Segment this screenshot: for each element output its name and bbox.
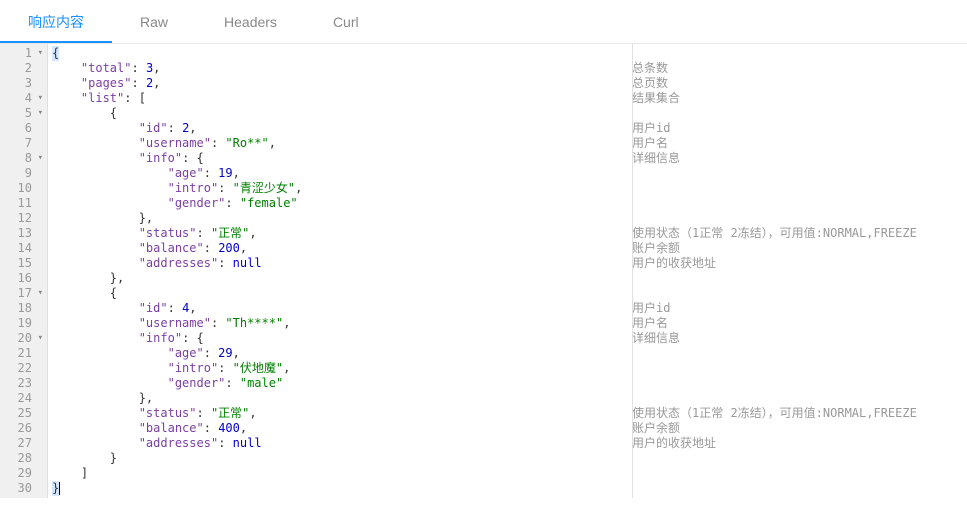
line-number: 17▾ [0, 286, 47, 301]
line-number: 18 [0, 301, 47, 316]
line-number: 19 [0, 316, 47, 331]
code-line[interactable]: }, [52, 211, 967, 226]
line-number: 16 [0, 271, 47, 286]
line-number: 13 [0, 226, 47, 241]
response-tabs: 响应内容 Raw Headers Curl [0, 0, 967, 44]
line-number: 14 [0, 241, 47, 256]
code-line[interactable]: "intro": "青涩少女", [52, 181, 967, 196]
code-line[interactable]: "id": 2,用户id [52, 121, 967, 136]
code-line[interactable]: { [52, 106, 967, 121]
fold-icon[interactable]: ▾ [35, 91, 43, 106]
line-gutter: 1▾234▾5▾678▾91011121314151617▾181920▾212… [0, 44, 48, 498]
line-number: 9 [0, 166, 47, 181]
line-comment: 详细信息 [632, 331, 680, 346]
tab-response-body[interactable]: 响应内容 [0, 0, 112, 43]
code-line[interactable]: "addresses": null用户的收获地址 [52, 256, 967, 271]
line-number: 10 [0, 181, 47, 196]
line-number: 25 [0, 406, 47, 421]
code-line[interactable]: ] [52, 466, 967, 481]
line-comment: 用户名 [632, 316, 668, 331]
line-number: 15 [0, 256, 47, 271]
code-line[interactable]: "age": 19, [52, 166, 967, 181]
line-number: 24 [0, 391, 47, 406]
code-line[interactable]: "gender": "female" [52, 196, 967, 211]
line-comment: 用户名 [632, 136, 668, 151]
code-line[interactable]: "addresses": null用户的收获地址 [52, 436, 967, 451]
line-comment: 使用状态（1正常 2冻结），可用值:NORMAL,FREEZE [632, 226, 917, 241]
code-line[interactable]: "balance": 400,账户余额 [52, 421, 967, 436]
code-line[interactable]: }, [52, 271, 967, 286]
tab-headers[interactable]: Headers [196, 0, 305, 43]
line-number: 2 [0, 61, 47, 76]
line-comment: 用户的收获地址 [632, 436, 716, 451]
code-line[interactable]: "total": 3,总条数 [52, 61, 967, 76]
code-line[interactable]: }, [52, 391, 967, 406]
code-content[interactable]: { "total": 3,总条数 "pages": 2,总页数 "list": … [48, 44, 967, 498]
code-editor[interactable]: 1▾234▾5▾678▾91011121314151617▾181920▾212… [0, 44, 967, 498]
line-comment: 账户余额 [632, 241, 680, 256]
line-comment: 总页数 [632, 76, 668, 91]
line-comment: 用户id [632, 301, 670, 316]
fold-icon[interactable]: ▾ [35, 46, 43, 61]
text-cursor [59, 482, 60, 495]
line-number: 20▾ [0, 331, 47, 346]
code-line[interactable]: } [52, 451, 967, 466]
line-number: 26 [0, 421, 47, 436]
line-number: 28 [0, 451, 47, 466]
code-line[interactable]: "balance": 200,账户余额 [52, 241, 967, 256]
code-line[interactable]: "username": "Ro**",用户名 [52, 136, 967, 151]
code-line[interactable]: "intro": "伏地魔", [52, 361, 967, 376]
line-number: 22 [0, 361, 47, 376]
fold-icon[interactable]: ▾ [35, 286, 43, 301]
line-number: 23 [0, 376, 47, 391]
line-number: 30 [0, 481, 47, 496]
code-line[interactable]: "info": {详细信息 [52, 331, 967, 346]
code-line[interactable]: { [52, 286, 967, 301]
line-number: 21 [0, 346, 47, 361]
line-number: 7 [0, 136, 47, 151]
line-number: 12 [0, 211, 47, 226]
fold-icon[interactable]: ▾ [35, 106, 43, 121]
code-line[interactable]: "gender": "male" [52, 376, 967, 391]
code-line[interactable]: } [52, 481, 967, 496]
line-comment: 账户余额 [632, 421, 680, 436]
code-line[interactable]: "status": "正常",使用状态（1正常 2冻结），可用值:NORMAL,… [52, 226, 967, 241]
line-comment: 用户的收获地址 [632, 256, 716, 271]
line-number: 29 [0, 466, 47, 481]
comment-divider [632, 44, 633, 498]
code-line[interactable]: "username": "Th****",用户名 [52, 316, 967, 331]
line-comment: 使用状态（1正常 2冻结），可用值:NORMAL,FREEZE [632, 406, 917, 421]
code-line[interactable]: "age": 29, [52, 346, 967, 361]
tab-curl[interactable]: Curl [305, 0, 387, 43]
fold-icon[interactable]: ▾ [35, 151, 43, 166]
tab-raw[interactable]: Raw [112, 0, 196, 43]
line-number: 11 [0, 196, 47, 211]
line-comment: 结果集合 [632, 91, 680, 106]
line-comment: 总条数 [632, 61, 668, 76]
code-line[interactable]: "info": {详细信息 [52, 151, 967, 166]
line-number: 8▾ [0, 151, 47, 166]
line-number: 1▾ [0, 46, 47, 61]
line-number: 27 [0, 436, 47, 451]
fold-icon[interactable]: ▾ [35, 331, 43, 346]
line-number: 6 [0, 121, 47, 136]
line-comment: 用户id [632, 121, 670, 136]
line-comment: 详细信息 [632, 151, 680, 166]
code-line[interactable]: "id": 4,用户id [52, 301, 967, 316]
line-number: 5▾ [0, 106, 47, 121]
code-line[interactable]: "status": "正常",使用状态（1正常 2冻结），可用值:NORMAL,… [52, 406, 967, 421]
code-line[interactable]: { [52, 46, 967, 61]
line-number: 3 [0, 76, 47, 91]
code-line[interactable]: "list": [结果集合 [52, 91, 967, 106]
line-number: 4▾ [0, 91, 47, 106]
code-line[interactable]: "pages": 2,总页数 [52, 76, 967, 91]
